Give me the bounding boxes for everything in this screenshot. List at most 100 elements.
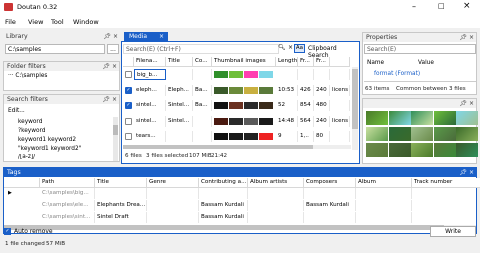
- col-title[interactable]: Title: [166, 57, 193, 67]
- tags-cell-track[interactable]: [412, 200, 480, 211]
- media-cell-extra[interactable]: [330, 131, 350, 142]
- tags-cell-album[interactable]: [356, 188, 412, 199]
- col-co[interactable]: Co...: [193, 57, 212, 67]
- tags-cell-composers[interactable]: [304, 212, 356, 223]
- row-checkbox[interactable]: ✓: [125, 86, 132, 94]
- close-icon[interactable]: ×: [469, 99, 474, 108]
- library-path-input[interactable]: C:\samples: [5, 44, 105, 54]
- search-icon[interactable]: 🔍︎: [278, 44, 286, 51]
- tags-cell-composers[interactable]: [304, 188, 356, 199]
- media-search-input[interactable]: Search(E) (Ctrl+F): [123, 44, 279, 54]
- col-fr2[interactable]: Fr...: [314, 57, 330, 67]
- clear-icon[interactable]: ×: [288, 44, 293, 51]
- filter-item[interactable]: keyword: [18, 119, 42, 125]
- tags-cell-path[interactable]: C:\samples\sint...: [40, 212, 95, 223]
- media-scrollbar[interactable]: [352, 67, 358, 150]
- close-icon[interactable]: ×: [469, 33, 474, 42]
- gallery-thumbnail[interactable]: [366, 127, 388, 141]
- media-cell-length[interactable]: 10:53: [276, 84, 298, 96]
- menu-file[interactable]: File: [5, 18, 16, 26]
- gallery-thumbnail[interactable]: [366, 111, 388, 125]
- tags-cell-track[interactable]: [412, 188, 480, 199]
- media-cell-title[interactable]: [166, 69, 193, 80]
- col-fr1[interactable]: Fr...: [298, 57, 314, 67]
- tags-cell-contrib[interactable]: Bassam Kurdali: [199, 200, 248, 211]
- gallery-thumbnail[interactable]: [388, 143, 411, 157]
- media-cell-co[interactable]: Ba...: [193, 84, 212, 96]
- col-extra[interactable]: [330, 57, 350, 67]
- menu-view[interactable]: View: [28, 18, 43, 26]
- properties-search-input[interactable]: Search(E): [364, 44, 476, 54]
- maximize-button[interactable]: □: [438, 2, 445, 10]
- tags-col[interactable]: [4, 178, 40, 188]
- tags-cell-title[interactable]: Sintel Draft: [95, 212, 147, 223]
- filter-item[interactable]: keyword1 keyword2: [18, 137, 76, 143]
- menu-window[interactable]: Window: [73, 18, 99, 26]
- tags-col[interactable]: Title: [95, 178, 147, 188]
- row-checkbox[interactable]: [125, 117, 132, 125]
- media-cell-fr1[interactable]: [298, 69, 314, 80]
- media-cell-length[interactable]: 9: [276, 131, 298, 142]
- write-button[interactable]: Write: [430, 226, 476, 237]
- media-cell-title[interactable]: Sintel...: [166, 100, 193, 111]
- tags-cell-path[interactable]: C:\samples\big...: [40, 188, 95, 199]
- tags-cell-title[interactable]: Elephants Drea...: [95, 200, 147, 211]
- close-button[interactable]: ×: [463, 1, 471, 11]
- col-filename[interactable]: Filena...: [134, 57, 166, 67]
- media-tab[interactable]: Media ×: [124, 32, 168, 41]
- media-cell-file[interactable]: sintel...: [134, 115, 166, 127]
- gallery-thumbnail[interactable]: [456, 143, 478, 157]
- pin-icon[interactable]: 📌︎: [103, 32, 111, 41]
- tags-cell-contrib[interactable]: [199, 188, 248, 199]
- media-cell-fr2[interactable]: 240: [314, 84, 330, 96]
- media-cell-co[interactable]: [193, 131, 212, 142]
- tags-col[interactable]: Album: [356, 178, 412, 188]
- tags-cell-contrib[interactable]: Bassam Kurdali: [199, 212, 248, 223]
- row-checkbox[interactable]: [125, 71, 132, 78]
- col-checkbox[interactable]: [123, 57, 134, 67]
- pin-icon[interactable]: 📌︎: [459, 99, 467, 108]
- media-cell-file[interactable]: tears...: [134, 131, 166, 142]
- col-length[interactable]: Length: [276, 57, 298, 67]
- media-cell-file[interactable]: eleph...: [134, 84, 166, 96]
- tags-cell-track[interactable]: [412, 212, 480, 223]
- tags-cell-album_artists[interactable]: [248, 188, 304, 199]
- pin-icon[interactable]: 📌︎: [102, 62, 110, 71]
- tags-cell-genre[interactable]: [147, 188, 199, 199]
- media-cell-co[interactable]: Ba...: [193, 100, 212, 111]
- media-cell-length[interactable]: 14:48: [276, 115, 298, 127]
- media-cell-extra[interactable]: [330, 100, 350, 111]
- media-cell-fr2[interactable]: 80: [314, 131, 330, 142]
- prop-col-name[interactable]: Name: [367, 60, 384, 66]
- tags-cell-genre[interactable]: [147, 200, 199, 211]
- gallery-thumbnail[interactable]: [433, 111, 456, 125]
- tags-col[interactable]: Genre: [147, 178, 199, 188]
- media-cell-length[interactable]: [276, 69, 298, 80]
- pin-icon[interactable]: 📌︎: [459, 168, 467, 177]
- tags-col[interactable]: Contributing a...: [199, 178, 248, 188]
- gallery-thumbnail[interactable]: [433, 143, 456, 157]
- tags-cell-album[interactable]: [356, 212, 412, 223]
- media-cell-fr2[interactable]: [314, 69, 330, 80]
- gallery-thumbnail[interactable]: [456, 127, 478, 141]
- media-cell-extra[interactable]: [330, 69, 350, 80]
- media-cell-co[interactable]: [193, 115, 212, 127]
- media-cell-extra[interactable]: licens: [330, 115, 350, 127]
- media-cell-fr2[interactable]: 240: [314, 115, 330, 127]
- pin-icon[interactable]: 📌︎: [102, 95, 110, 104]
- scrollbar[interactable]: [113, 117, 118, 161]
- gallery-thumbnail[interactable]: [388, 111, 411, 125]
- media-cell-title[interactable]: Sintel...: [166, 115, 193, 127]
- tags-col[interactable]: Track number: [412, 178, 480, 188]
- media-cell-file[interactable]: big_b...: [134, 69, 166, 80]
- close-icon[interactable]: ×: [469, 168, 474, 177]
- tags-col[interactable]: Album artists: [248, 178, 304, 188]
- case-sensitive-toggle[interactable]: Aa: [294, 44, 305, 53]
- media-hscrollbar[interactable]: [123, 145, 351, 149]
- gallery-thumbnail[interactable]: [433, 127, 456, 141]
- media-cell-file[interactable]: sintel...: [134, 100, 166, 111]
- filter-item[interactable]: /[a-z]/: [18, 154, 35, 161]
- tags-cell-album_artists[interactable]: [248, 200, 304, 211]
- tags-cell-path[interactable]: C:\samples\ele...: [40, 200, 95, 211]
- media-cell-length[interactable]: 52: [276, 100, 298, 111]
